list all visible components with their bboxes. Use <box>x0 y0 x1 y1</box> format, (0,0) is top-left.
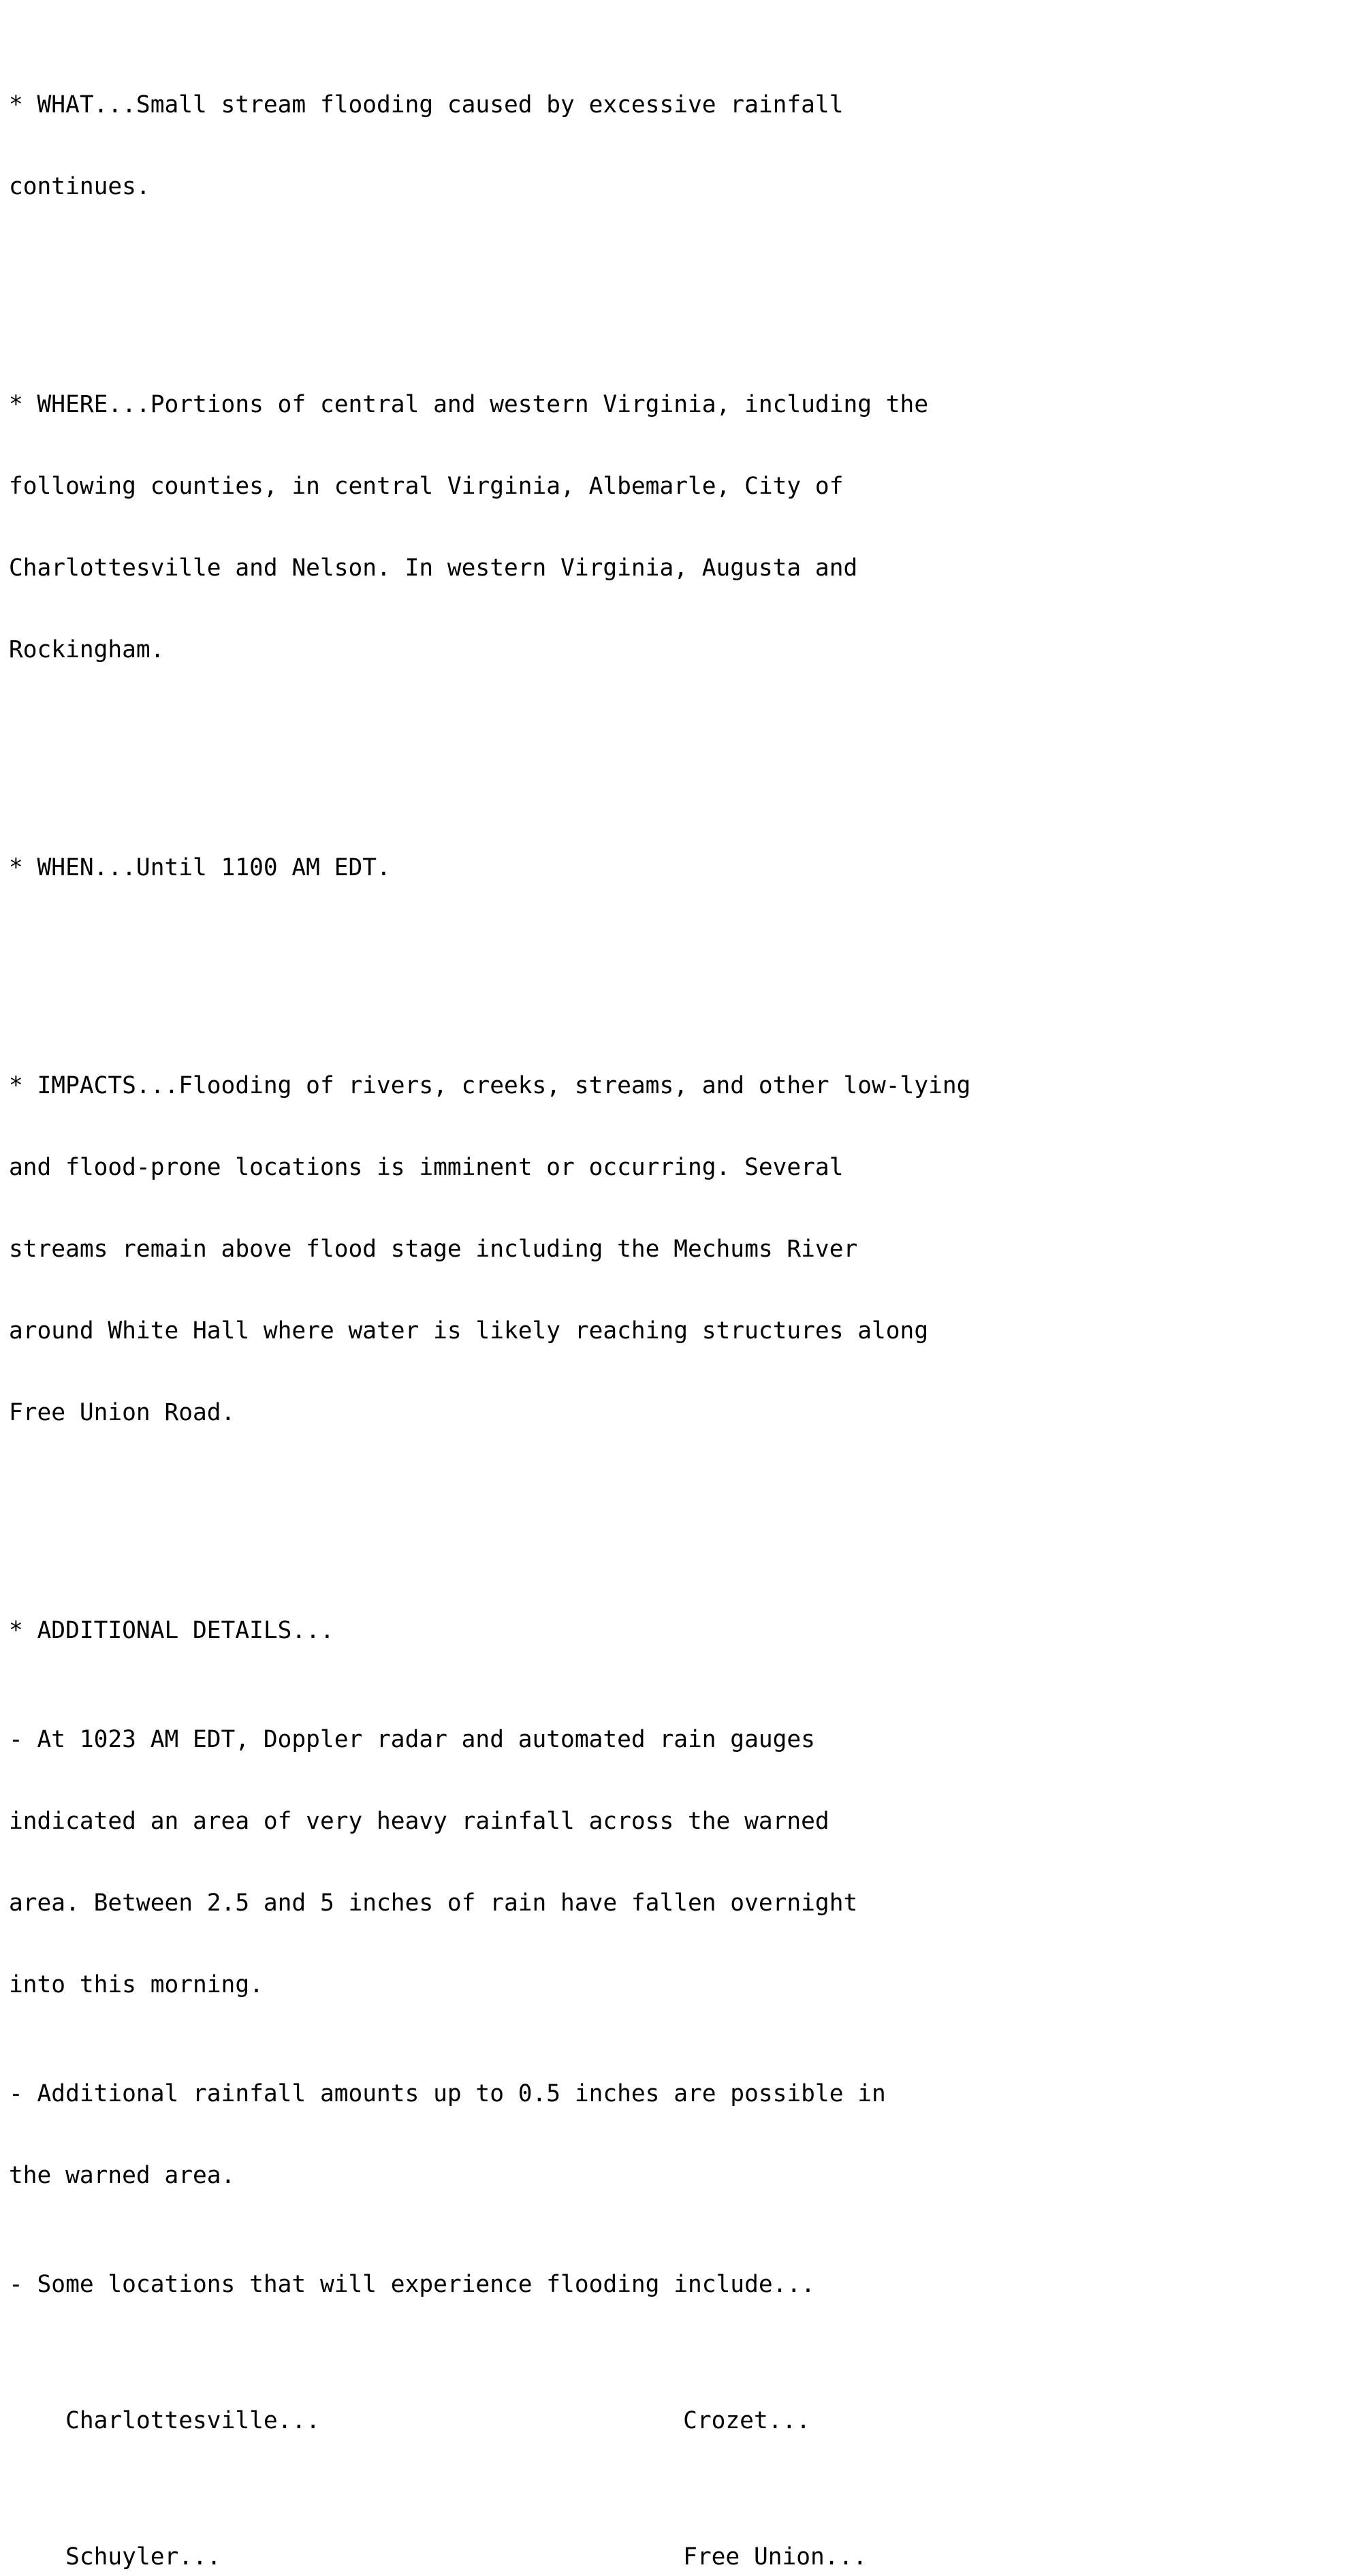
where-line-2: following counties, in central Virginia,… <box>9 473 844 500</box>
detail-bullet-1-line-1: - At 1023 AM EDT, Doppler radar and auto… <box>9 1726 815 1753</box>
impacts-line-3: streams remain above flood stage includi… <box>9 1236 858 1263</box>
spacer-after-impacts <box>9 1508 1362 1535</box>
impacts-line-1: * IMPACTS...Flooding of rivers, creeks, … <box>9 1072 971 1099</box>
impacts-line-5: Free Union Road. <box>9 1399 236 1426</box>
additional-details-heading: * ADDITIONAL DETAILS... <box>9 1617 334 1644</box>
when-line-1: * WHEN...Until 1100 AM EDT. <box>9 854 391 881</box>
location-name-left: Schuyler... <box>65 2543 221 2571</box>
flood-warning-bulletin: * WHAT...Small stream flooding caused by… <box>0 0 1362 2576</box>
spacer-after-where <box>9 745 1362 772</box>
what-line-2: continues. <box>9 173 151 200</box>
location-row: Schuyler... Free Union... <box>9 2516 1362 2576</box>
detail-bullet-3-line-1: - Some locations that will experience fl… <box>9 2271 815 2298</box>
spacer-after-what <box>9 282 1362 309</box>
location-name-left: Charlottesville... <box>65 2407 320 2434</box>
detail-bullet-2-line-1: - Additional rainfall amounts up to 0.5 … <box>9 2080 886 2107</box>
detail-bullet-1-line-4: into this morning. <box>9 1971 264 1998</box>
location-name-right: Free Union... <box>683 2543 868 2571</box>
impacts-line-4: around White Hall where water is likely … <box>9 1317 929 1345</box>
where-line-3: Charlottesville and Nelson. In western V… <box>9 554 858 582</box>
location-row: Charlottesville... Crozet... <box>9 2380 1362 2462</box>
where-line-1: * WHERE...Portions of central and wester… <box>9 391 929 418</box>
detail-bullet-1-line-2: indicated an area of very heavy rainfall… <box>9 1808 829 1835</box>
what-line-1: * WHAT...Small stream flooding caused by… <box>9 91 844 119</box>
detail-bullet-2-line-2: the warned area. <box>9 2162 236 2189</box>
location-name-right: Crozet... <box>683 2407 811 2434</box>
where-line-4: Rockingham. <box>9 636 165 663</box>
impacts-line-2: and flood-prone locations is imminent or… <box>9 1154 844 1181</box>
detail-bullet-1-line-3: area. Between 2.5 and 5 inches of rain h… <box>9 1889 858 1917</box>
spacer-after-when <box>9 963 1362 990</box>
